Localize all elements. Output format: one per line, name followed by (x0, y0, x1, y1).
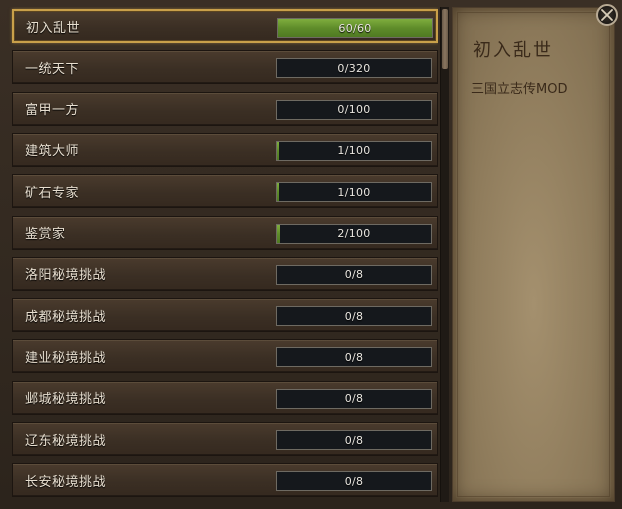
progress-text: 0/100 (337, 103, 371, 117)
achievement-label: 初入乱世 (26, 20, 81, 36)
achievement-label: 鉴赏家 (25, 227, 66, 242)
progress-bar: 0/320 (276, 58, 432, 79)
achievement-label: 长安秘境挑战 (25, 474, 107, 490)
achievement-row[interactable]: 富甲一方 0/100 (12, 91, 438, 126)
close-button[interactable] (596, 4, 618, 26)
achievement-list: 初入乱世 60/60 一统天下 0/320 富甲一方 0/100 建筑大师 1/100 矿石专家… (6, 7, 438, 502)
progress-bar: 1/100 (276, 182, 432, 203)
achievement-label: 邺城秘境挑战 (25, 392, 107, 408)
progress-bar: 0/8 (276, 264, 432, 285)
close-icon (601, 9, 613, 21)
progress-bar: 0/8 (276, 471, 432, 492)
progress-text: 0/8 (344, 309, 364, 323)
progress-text: 60/60 (338, 21, 372, 35)
progress-bar: 0/8 (276, 347, 432, 368)
progress-bar: 0/100 (276, 99, 432, 120)
progress-text: 0/8 (344, 474, 364, 488)
achievement-label: 富甲一方 (25, 103, 80, 119)
scrollbar[interactable] (440, 7, 449, 502)
achievement-label: 成都秘境挑战 (25, 309, 107, 325)
progress-text: 0/8 (344, 433, 364, 447)
detail-panel: 初入乱世 三国立志传MOD (452, 7, 615, 502)
achievement-row[interactable]: 邺城秘境挑战 0/8 (12, 380, 438, 415)
achievement-row[interactable]: 辽东秘境挑战 0/8 (12, 422, 438, 456)
achievement-row[interactable]: 鉴赏家 2/100 (12, 215, 438, 250)
progress-bar: 1/100 (276, 140, 432, 161)
progress-text: 0/8 (344, 392, 364, 406)
achievement-row[interactable]: 矿石专家 1/100 (12, 174, 438, 209)
achievement-row[interactable]: 成都秘境挑战 0/8 (12, 298, 438, 333)
progress-bar: 0/8 (276, 388, 432, 409)
achievement-label: 建筑大师 (25, 144, 80, 160)
achievement-label: 洛阳秘境挑战 (25, 268, 107, 284)
achievement-row[interactable]: 初入乱世 60/60 (12, 9, 438, 43)
achievement-label: 一统天下 (25, 61, 80, 77)
achievement-row[interactable]: 建筑大师 1/100 (12, 132, 438, 167)
progress-text: 0/320 (337, 61, 371, 75)
progress-bar: 60/60 (277, 18, 433, 38)
progress-text: 1/100 (337, 185, 371, 199)
scroll-thumb[interactable] (442, 9, 448, 69)
achievement-label: 辽东秘境挑战 (25, 433, 107, 449)
achievement-row[interactable]: 洛阳秘境挑战 0/8 (12, 256, 438, 291)
progress-bar: 0/8 (276, 430, 432, 450)
progress-bar: 2/100 (276, 223, 432, 244)
achievements-window: 初入乱世 60/60 一统天下 0/320 富甲一方 0/100 建筑大师 1/100 矿石专家… (0, 0, 622, 509)
detail-description: 三国立志传MOD (471, 82, 568, 97)
achievement-label: 矿石专家 (25, 185, 80, 201)
progress-text: 1/100 (337, 144, 371, 158)
detail-title: 初入乱世 (473, 40, 553, 61)
achievement-row[interactable]: 长安秘境挑战 0/8 (12, 463, 438, 498)
progress-bar: 0/8 (276, 306, 432, 327)
progress-text: 0/8 (344, 268, 364, 282)
progress-text: 2/100 (337, 227, 371, 240)
achievement-row[interactable]: 建业秘境挑战 0/8 (12, 339, 438, 374)
progress-text: 0/8 (344, 350, 364, 364)
achievement-label: 建业秘境挑战 (25, 350, 107, 366)
achievement-row[interactable]: 一统天下 0/320 (12, 50, 438, 85)
